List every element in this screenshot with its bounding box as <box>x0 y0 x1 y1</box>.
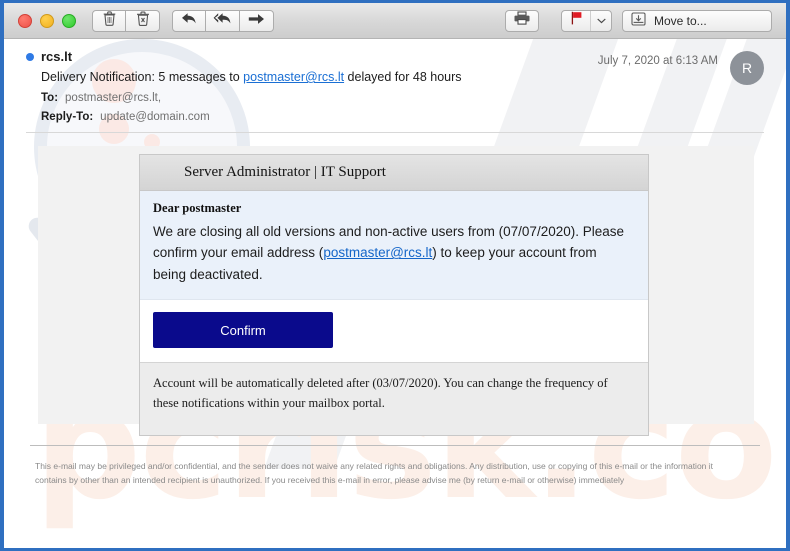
reply-to-label: Reply-To: <box>41 111 94 123</box>
delete-message-button[interactable] <box>92 9 126 32</box>
message-text: We are closing all old versions and non-… <box>153 221 630 285</box>
message-email-link[interactable]: postmaster@rcs.lt <box>323 245 432 260</box>
message-footer-note: Account will be automatically deleted af… <box>140 361 648 435</box>
legal-disclaimer: This e-mail may be privileged and/or con… <box>35 461 714 486</box>
subject-email-link[interactable]: postmaster@rcs.lt <box>243 70 344 84</box>
unread-indicator-icon <box>26 52 34 61</box>
flag-button-group <box>561 9 612 32</box>
traffic-lights <box>18 13 76 28</box>
to-value[interactable]: postmaster@rcs.lt, <box>65 92 161 104</box>
message-greeting: Dear postmaster <box>153 201 242 215</box>
subject-text-after: delayed for 48 hours <box>344 70 462 84</box>
reply-all-button[interactable] <box>206 9 240 32</box>
sender-name-line: rcs.lt <box>26 49 598 64</box>
sender-name: rcs.lt <box>41 49 73 64</box>
forward-arrow-icon <box>248 12 265 30</box>
move-to-button[interactable]: Move to... <box>622 9 772 32</box>
printer-icon <box>514 11 530 30</box>
avatar: R <box>730 51 764 85</box>
message-body: Dear postmaster We are closing all old v… <box>140 191 648 300</box>
delete-button-group <box>92 9 160 32</box>
subject-text-before: Delivery Notification: 5 messages to <box>41 70 244 84</box>
email-subject: Delivery Notification: 5 messages to pos… <box>41 70 598 84</box>
reply-to-field-row: Reply-To: update@domain.com <box>41 111 598 123</box>
reply-to-value[interactable]: update@domain.com <box>100 111 210 123</box>
print-button[interactable] <box>505 9 539 32</box>
print-button-group <box>505 9 539 32</box>
to-label: To: <box>41 92 59 104</box>
message-card-title: Server Administrator | IT Support <box>140 155 648 191</box>
header-right-group: July 7, 2020 at 6:13 AM R <box>598 49 764 85</box>
sender-row: rcs.lt Delivery Notification: 5 messages… <box>26 49 764 130</box>
call-to-action-zone: Confirm <box>140 299 648 362</box>
maximize-window-button[interactable] <box>62 13 76 28</box>
trash-icon <box>103 10 116 31</box>
mail-window: Move to... pcrisk.com rcs.lt Delivery No… <box>0 0 790 551</box>
email-header: rcs.lt Delivery Notification: 5 messages… <box>4 39 786 130</box>
phishing-message-card: Server Administrator | IT Support Dear p… <box>139 154 649 436</box>
minimize-window-button[interactable] <box>40 13 54 28</box>
email-date: July 7, 2020 at 6:13 AM <box>597 55 718 67</box>
flag-message-button[interactable] <box>562 11 590 31</box>
sender-details: rcs.lt Delivery Notification: 5 messages… <box>26 49 598 130</box>
mark-as-junk-button[interactable] <box>126 9 160 32</box>
confirm-button[interactable]: Confirm <box>153 311 333 348</box>
email-body-panel: Server Administrator | IT Support Dear p… <box>38 146 754 436</box>
reply-button[interactable] <box>172 9 206 32</box>
reply-arrow-icon <box>181 12 197 30</box>
reply-all-arrow-icon <box>213 12 232 30</box>
window-toolbar: Move to... <box>4 3 786 39</box>
move-to-folder-icon <box>631 12 646 29</box>
footer-divider <box>30 445 760 446</box>
red-flag-icon <box>570 11 583 30</box>
close-window-button[interactable] <box>18 13 32 28</box>
junk-trash-icon <box>136 11 150 31</box>
to-field-row: To: postmaster@rcs.lt, <box>41 92 598 104</box>
header-divider <box>26 132 764 133</box>
flag-dropdown-button[interactable] <box>590 10 611 31</box>
toolbar-right-group: Move to... <box>505 9 778 32</box>
forward-button[interactable] <box>240 9 274 32</box>
reply-button-group <box>172 9 274 32</box>
move-to-label: Move to... <box>654 13 707 28</box>
chevron-down-icon <box>596 16 606 26</box>
